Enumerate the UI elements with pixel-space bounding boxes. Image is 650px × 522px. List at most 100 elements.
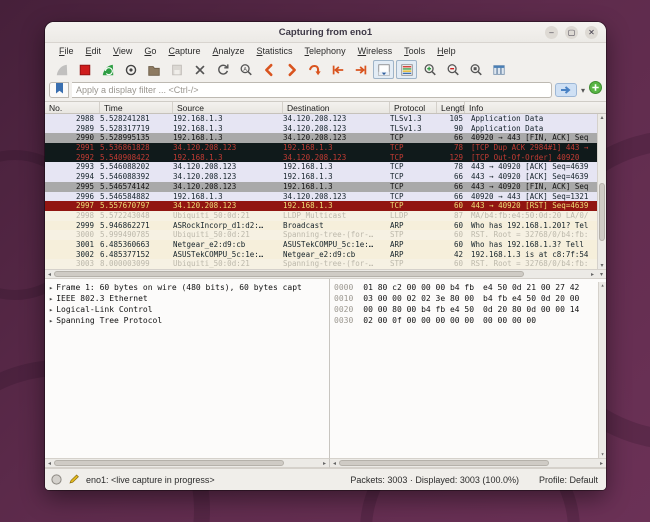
reload-button[interactable] xyxy=(212,60,233,79)
packet-row-2990[interactable]: 29905.528995135192.168.1.334.120.208.123… xyxy=(45,133,597,143)
column-header-destination[interactable]: Destination xyxy=(283,102,390,113)
packet-row-2995[interactable]: 29955.54657414234.120.208.123192.168.1.3… xyxy=(45,182,597,192)
menu-file[interactable]: File xyxy=(53,46,80,56)
packet-row-2997[interactable]: 29975.55767079734.120.208.123192.168.1.3… xyxy=(45,201,597,211)
packet-list-vscrollbar[interactable]: ▴ ▾ xyxy=(597,114,606,269)
detail-line-2[interactable]: ▸Logical-Link Control xyxy=(47,304,329,315)
zoom-out-button[interactable] xyxy=(442,60,463,79)
expand-arrow-icon[interactable]: ▸ xyxy=(47,306,56,314)
packet-row-2999[interactable]: 29995.946862271ASRockIncorp_d1:d2:…Broad… xyxy=(45,221,597,231)
add-filter-button[interactable] xyxy=(589,84,602,97)
cell-time: 5.546574142 xyxy=(100,182,173,192)
hex-bytes-right: 0d 20 80 0d 00 00 14 xyxy=(474,305,579,314)
find-packet-button[interactable]: A xyxy=(235,60,256,79)
cell-info: RST. Root = 32768/0/b4:fb: xyxy=(465,230,588,240)
packet-row-2994[interactable]: 29945.54608839234.120.208.123192.168.1.3… xyxy=(45,172,597,182)
detail-hscrollbar[interactable]: ◂ ▸ xyxy=(45,458,330,468)
packet-row-2991[interactable]: 29915.53686182834.120.208.123192.168.1.3… xyxy=(45,143,597,153)
cell-no: 2995 xyxy=(45,182,100,192)
packet-row-2988[interactable]: 29885.528241281192.168.1.334.120.208.123… xyxy=(45,114,597,124)
menu-telephony[interactable]: Telephony xyxy=(299,46,352,56)
hex-line-0010[interactable]: 001003 00 00 02 02 3e 80 00b4 fb e4 50 0… xyxy=(334,293,598,304)
cell-info: Application Data xyxy=(465,114,543,124)
hex-line-0000[interactable]: 000001 80 c2 00 00 00 b4 fbe4 50 0d 21 0… xyxy=(334,282,598,293)
bytes-hscrollbar[interactable]: ◂ ▸ xyxy=(330,458,606,468)
display-filter-input[interactable] xyxy=(72,82,552,98)
profile-text[interactable]: Profile: Default xyxy=(539,475,598,485)
packet-row-3001[interactable]: 30016.485360663Netgear_e2:d9:cbASUSTekCO… xyxy=(45,240,597,250)
menu-go[interactable]: Go xyxy=(138,46,162,56)
expand-arrow-icon[interactable]: ▸ xyxy=(47,284,56,292)
packet-row-2992[interactable]: 29925.540908422192.168.1.334.120.208.123… xyxy=(45,153,597,163)
packet-row-3003[interactable]: 30038.000003099Ubiquiti_50:0d:21Spanning… xyxy=(45,259,597,269)
resize-columns-button[interactable] xyxy=(488,60,509,79)
zoom-original-button[interactable] xyxy=(465,60,486,79)
filter-dropdown-caret[interactable]: ▾ xyxy=(580,86,586,95)
menu-view[interactable]: View xyxy=(107,46,138,56)
go-last-button[interactable] xyxy=(350,60,371,79)
close-button[interactable]: ✕ xyxy=(585,26,598,39)
column-header-source[interactable]: Source xyxy=(173,102,283,113)
capture-restart-button[interactable] xyxy=(97,60,118,79)
capture-comment-button[interactable] xyxy=(68,474,80,485)
column-header-protocol[interactable]: Protocol xyxy=(390,102,437,113)
auto-scroll-button[interactable] xyxy=(373,60,394,79)
find-packet-icon: A xyxy=(239,63,253,77)
cell-len: 60 xyxy=(437,201,465,211)
close-file-button[interactable] xyxy=(189,60,210,79)
go-to-packet-button[interactable] xyxy=(304,60,325,79)
cell-time: 5.528995135 xyxy=(100,133,173,143)
menu-tools[interactable]: Tools xyxy=(398,46,431,56)
cell-info: [TCP Out-Of-Order] 40920 xyxy=(465,153,579,163)
go-forward-button[interactable] xyxy=(281,60,302,79)
cell-dst: 34.120.208.123 xyxy=(283,133,390,143)
cell-time: 5.536861828 xyxy=(100,143,173,153)
packet-row-2993[interactable]: 29935.54608820234.120.208.123192.168.1.3… xyxy=(45,162,597,172)
titlebar[interactable]: Capturing from eno1 –▢✕ xyxy=(45,22,606,43)
save-file-button[interactable] xyxy=(166,60,187,79)
packet-row-3000[interactable]: 30005.999490785Ubiquiti_50:0d:21Spanning… xyxy=(45,230,597,240)
column-header-length[interactable]: Length xyxy=(437,102,465,113)
capture-stop-button[interactable] xyxy=(74,60,95,79)
cell-no: 2994 xyxy=(45,172,100,182)
capture-start-button[interactable] xyxy=(51,60,72,79)
packet-row-2996[interactable]: 29965.546584882192.168.1.334.120.208.123… xyxy=(45,192,597,202)
packet-row-2989[interactable]: 29895.528317719192.168.1.334.120.208.123… xyxy=(45,124,597,134)
menu-capture[interactable]: Capture xyxy=(162,46,206,56)
maximize-button[interactable]: ▢ xyxy=(565,26,578,39)
bytes-vscrollbar[interactable]: ▴ ▾ xyxy=(598,282,606,458)
hex-line-0030[interactable]: 003002 00 0f 00 00 00 00 0000 00 00 00 xyxy=(334,315,598,326)
zoom-in-button[interactable] xyxy=(419,60,440,79)
hex-bytes-left: 03 00 00 02 02 3e 80 00 xyxy=(363,294,474,303)
menu-statistics[interactable]: Statistics xyxy=(251,46,299,56)
column-header-no[interactable]: No. xyxy=(45,102,100,113)
column-header-time[interactable]: Time xyxy=(100,102,173,113)
hex-line-0020[interactable]: 002000 00 80 00 b4 fb e4 500d 20 80 0d 0… xyxy=(334,304,598,315)
column-header-info[interactable]: Info xyxy=(465,102,606,113)
menu-edit[interactable]: Edit xyxy=(80,46,108,56)
menu-wireless[interactable]: Wireless xyxy=(352,46,399,56)
packet-row-2998[interactable]: 29985.572243048Ubiquiti_50:0d:21LLDP_Mul… xyxy=(45,211,597,221)
colorize-button[interactable] xyxy=(396,60,417,79)
expert-info-button[interactable] xyxy=(51,474,62,485)
filter-bookmark-button[interactable] xyxy=(49,82,69,98)
menu-analyze[interactable]: Analyze xyxy=(206,46,250,56)
cell-src: 34.120.208.123 xyxy=(173,172,283,182)
detail-line-1[interactable]: ▸IEEE 802.3 Ethernet xyxy=(47,293,329,304)
menu-help[interactable]: Help xyxy=(431,46,462,56)
detail-line-0[interactable]: ▸Frame 1: 60 bytes on wire (480 bits), 6… xyxy=(47,282,329,293)
packet-list: 29885.528241281192.168.1.334.120.208.123… xyxy=(45,114,606,269)
minimize-button[interactable]: – xyxy=(545,26,558,39)
go-first-button[interactable] xyxy=(327,60,348,79)
go-back-button[interactable] xyxy=(258,60,279,79)
apply-filter-button[interactable] xyxy=(555,83,577,97)
detail-line-3[interactable]: ▸Spanning Tree Protocol xyxy=(47,315,329,326)
expand-arrow-icon[interactable]: ▸ xyxy=(47,295,56,303)
expand-arrow-icon[interactable]: ▸ xyxy=(47,317,56,325)
open-file-button[interactable] xyxy=(143,60,164,79)
packet-list-hscrollbar[interactable]: ◂ ▸ ▾ xyxy=(45,269,606,279)
main-toolbar: A xyxy=(45,58,606,81)
packet-row-3002[interactable]: 30026.485377152ASUSTekCOMPU_5c:1e:…Netge… xyxy=(45,250,597,260)
cell-info: RST. Root = 32768/0/b4:fb: xyxy=(465,259,588,269)
capture-options-button[interactable] xyxy=(120,60,141,79)
